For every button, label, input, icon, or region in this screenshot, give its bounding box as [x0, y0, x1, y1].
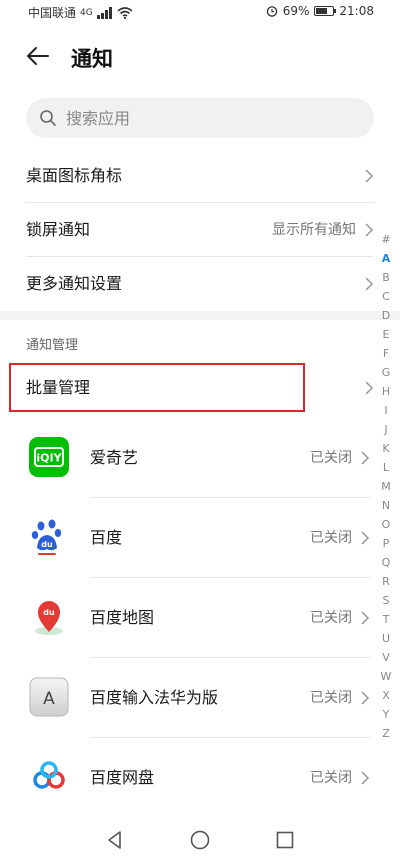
battery-percent: 69%: [282, 4, 310, 18]
index-letter[interactable]: V: [382, 648, 390, 667]
battery-icon: [314, 6, 337, 16]
baidu-paw-icon: du: [31, 519, 62, 555]
index-letter[interactable]: T: [383, 610, 390, 629]
network-type: 4G: [80, 7, 93, 18]
wifi-icon: [117, 6, 133, 19]
chevron-right-icon: [361, 531, 370, 545]
app-status: 已关闭: [310, 690, 352, 706]
battery-fill: [316, 8, 328, 14]
index-letter[interactable]: U: [382, 629, 390, 648]
index-letter[interactable]: W: [381, 667, 392, 686]
index-letter[interactable]: B: [382, 268, 390, 287]
app-name: 百度输入法华为版: [90, 688, 219, 707]
section-gap: [0, 311, 400, 320]
status-bar: 中国联通 4G 69% 21:08: [0, 0, 400, 24]
alarm-icon: [266, 6, 277, 17]
highlight-box: [9, 363, 305, 412]
index-letter[interactable]: F: [383, 344, 389, 363]
app-row-iqiyi[interactable]: iQIY 爱奇艺 已关闭: [0, 418, 370, 498]
app-status: 已关闭: [310, 530, 352, 546]
search-bar[interactable]: [26, 98, 374, 138]
cloud-drive-icon: [33, 761, 65, 789]
setting-label: 锁屏通知: [26, 220, 91, 239]
setting-value: 显示所有通知: [272, 222, 356, 238]
index-letter[interactable]: A: [382, 249, 391, 268]
index-letter[interactable]: Q: [382, 553, 391, 572]
index-letter[interactable]: G: [382, 363, 391, 382]
index-letter[interactable]: X: [382, 686, 390, 705]
recents-square-icon[interactable]: [273, 828, 297, 852]
index-letter[interactable]: N: [382, 496, 390, 515]
index-letter[interactable]: C: [382, 287, 390, 306]
index-letter[interactable]: D: [382, 306, 390, 325]
alphabet-index[interactable]: # A B C D E F G H I J K L M N O P Q R S T U V W X Y Z: [378, 230, 394, 743]
app-name: 百度地图: [90, 608, 155, 627]
app-row-baidu-map[interactable]: du 百度地图 已关闭: [0, 578, 370, 658]
setting-label: 桌面图标角标: [26, 166, 123, 185]
chevron-right-icon: [361, 451, 370, 465]
index-letter[interactable]: R: [382, 572, 390, 591]
app-row-baidu-ime[interactable]: A 百度输入法华为版 已关闭: [0, 658, 370, 738]
index-letter[interactable]: E: [383, 325, 390, 344]
back-triangle-icon[interactable]: [103, 828, 127, 852]
ime-icon-text: A: [43, 689, 55, 709]
index-letter[interactable]: #: [381, 230, 390, 249]
section-title: 通知管理: [26, 338, 79, 353]
carrier-label: 中国联通: [28, 6, 77, 20]
app-name: 爱奇艺: [90, 448, 139, 467]
setting-more-row[interactable]: 更多通知设置: [0, 257, 400, 311]
app-status: 已关闭: [310, 450, 352, 466]
chevron-right-icon: [361, 771, 370, 785]
keyboard-key-icon: A: [29, 677, 69, 717]
index-letter[interactable]: S: [383, 591, 390, 610]
page-title: 通知: [71, 47, 113, 71]
app-name: 百度网盘: [90, 768, 155, 787]
index-letter[interactable]: J: [384, 420, 387, 439]
app-status: 已关闭: [310, 770, 352, 786]
chevron-right-icon: [361, 611, 370, 625]
baidu-icon-text: du: [41, 540, 53, 549]
header: 通知: [0, 34, 400, 80]
iqiyi-icon-text: iQIY: [36, 452, 62, 465]
chevron-right-icon: [361, 691, 370, 705]
navigation-bar: [0, 822, 400, 859]
index-letter[interactable]: I: [384, 401, 387, 420]
app-name: 百度: [90, 528, 123, 547]
baidu-map-icon-text: du: [43, 608, 55, 617]
chevron-right-icon: [365, 169, 374, 183]
index-letter[interactable]: M: [381, 477, 391, 496]
back-arrow-icon[interactable]: [24, 42, 52, 70]
index-letter[interactable]: L: [383, 458, 389, 477]
clock: 21:08: [339, 4, 374, 18]
chevron-right-icon: [365, 277, 374, 291]
index-letter[interactable]: Z: [382, 724, 390, 743]
app-row-baidu[interactable]: du 百度 已关闭: [0, 498, 370, 578]
status-left: 中国联通 4G: [28, 4, 133, 21]
app-row-baidu-netdisk[interactable]: 百度网盘 已关闭: [0, 738, 370, 818]
setting-badge-row[interactable]: 桌面图标角标: [0, 149, 400, 203]
setting-lockscreen-row[interactable]: 锁屏通知 显示所有通知: [0, 203, 400, 257]
status-right: 69% 21:08: [266, 4, 374, 18]
index-letter[interactable]: K: [382, 439, 389, 458]
index-letter[interactable]: P: [383, 534, 390, 553]
home-circle-icon[interactable]: [188, 828, 212, 852]
iqiyi-app-icon: iQIY: [29, 437, 69, 477]
index-letter[interactable]: H: [382, 382, 390, 401]
setting-label: 更多通知设置: [26, 274, 123, 293]
index-letter[interactable]: O: [382, 515, 391, 534]
index-letter[interactable]: Y: [383, 705, 390, 724]
chevron-right-icon: [365, 381, 374, 395]
chevron-right-icon: [365, 223, 374, 237]
search-icon: [40, 110, 56, 126]
search-input[interactable]: [66, 98, 356, 138]
app-status: 已关闭: [310, 610, 352, 626]
signal-icon: [96, 6, 112, 19]
map-pin-icon: du: [35, 601, 63, 635]
